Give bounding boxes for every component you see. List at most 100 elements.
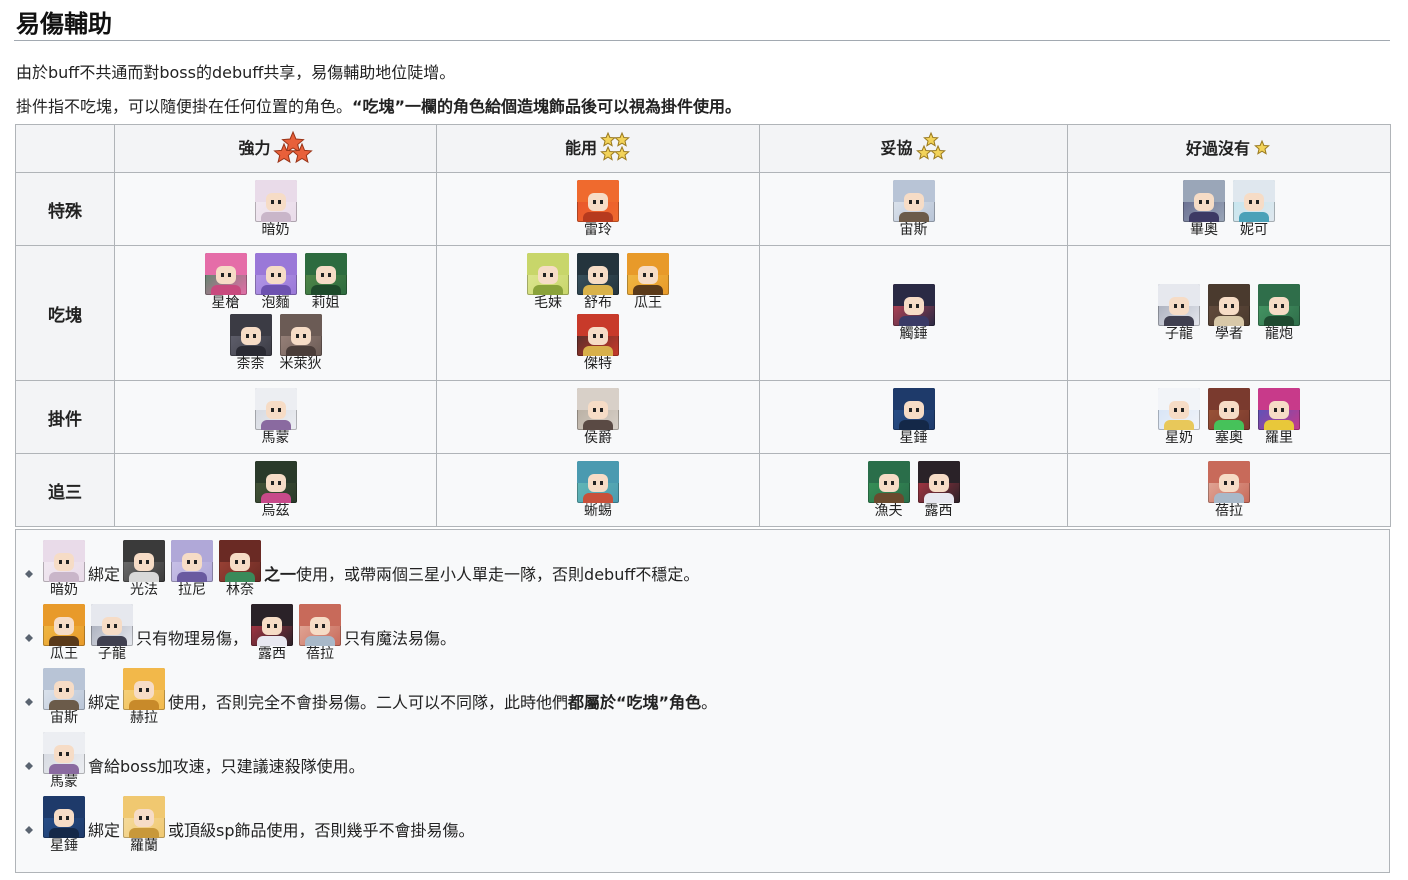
character-entry[interactable]: 拉尼 [169,540,215,599]
character-entry[interactable]: 瓜王 [41,604,87,663]
character-entry[interactable]: 舒布 [575,253,621,312]
character-name[interactable]: 暗奶 [41,582,87,599]
character-name[interactable]: 暗奶 [253,222,299,239]
character-entry[interactable]: 星槍 [203,253,249,312]
character-name[interactable]: 星槍 [203,295,249,312]
character-entry[interactable]: 宙斯 [41,668,87,727]
character-entry[interactable]: 學者 [1206,283,1252,343]
character-portrait-icon[interactable] [299,604,342,646]
character-portrait-icon[interactable] [577,253,619,295]
character-entry[interactable]: 米萊狄 [278,314,324,373]
character-name[interactable]: 蓓拉 [297,646,343,663]
character-portrait-icon[interactable] [43,732,85,774]
character-entry[interactable]: 宙斯 [891,179,937,239]
character-entry[interactable]: 暗奶 [253,179,299,239]
character-name[interactable]: 子龍 [1156,326,1202,343]
character-entry[interactable]: 龍炮 [1256,283,1302,343]
character-name[interactable]: 馬蒙 [41,774,87,791]
character-name[interactable]: 觸錘 [891,326,937,343]
character-entry[interactable]: 泡麵 [253,253,299,312]
character-portrait-icon[interactable] [43,604,85,646]
character-portrait-icon[interactable] [229,314,272,356]
character-name[interactable]: 星奶 [1156,430,1202,447]
character-portrait-icon[interactable] [527,253,569,295]
character-entry[interactable]: 林奈 [217,540,263,599]
character-portrait-icon[interactable] [254,253,297,295]
character-name[interactable]: 馬蒙 [253,430,299,447]
character-portrait-icon[interactable] [1158,387,1200,430]
character-portrait-icon[interactable] [43,540,85,582]
character-portrait-icon[interactable] [254,460,297,503]
character-name[interactable]: 拉尼 [169,582,215,599]
character-entry[interactable]: 蓓拉 [1206,460,1252,520]
character-name[interactable]: 龍炮 [1256,326,1302,343]
character-entry[interactable]: 暗奶 [41,540,87,599]
character-name[interactable]: 宙斯 [41,710,87,727]
character-portrait-icon[interactable] [1233,179,1275,222]
character-name[interactable]: 子龍 [89,646,135,663]
character-name[interactable]: 瓜王 [41,646,87,663]
character-portrait-icon[interactable] [577,460,619,503]
character-name[interactable]: 塞奧 [1206,430,1252,447]
character-name[interactable]: 林奈 [217,582,263,599]
character-portrait-icon[interactable] [43,796,85,838]
character-name[interactable]: 露西 [916,503,962,520]
character-name[interactable]: 學者 [1206,326,1252,343]
character-entry[interactable]: 毛妹 [525,253,571,312]
character-name[interactable]: 舒布 [575,295,621,312]
character-portrait-icon[interactable] [91,604,133,646]
character-name[interactable]: 妮可 [1231,222,1277,239]
character-name[interactable]: 赫拉 [121,710,167,727]
character-portrait-icon[interactable] [1208,283,1250,326]
character-portrait-icon[interactable] [917,460,960,503]
character-entry[interactable]: 觸錘 [891,283,937,343]
character-entry[interactable]: 星錘 [891,387,937,447]
character-name[interactable]: 星錘 [891,430,937,447]
character-name[interactable]: 烏茲 [253,503,299,520]
character-portrait-icon[interactable] [43,668,85,710]
character-entry[interactable]: 赫拉 [121,668,167,727]
character-entry[interactable]: 侯爵 [575,387,621,447]
character-entry[interactable]: 塞奧 [1206,387,1252,447]
character-portrait-icon[interactable] [577,179,619,222]
character-name[interactable]: 露西 [249,646,295,663]
character-entry[interactable]: 傑特 [575,314,621,373]
character-entry[interactable]: 子龍 [89,604,135,663]
character-name[interactable]: 傑特 [575,356,621,373]
character-name[interactable]: 柰柰 [228,356,274,373]
character-entry[interactable]: 露西 [916,460,962,520]
character-name[interactable]: 畢奧 [1181,222,1227,239]
character-entry[interactable]: 羅蘭 [121,796,167,855]
character-entry[interactable]: 雷玲 [575,179,621,239]
character-portrait-icon[interactable] [1158,283,1200,326]
character-portrait-icon[interactable] [279,314,322,356]
character-entry[interactable]: 漁夫 [866,460,912,520]
character-name[interactable]: 羅蘭 [121,838,167,855]
character-entry[interactable]: 瓜王 [625,253,671,312]
character-portrait-icon[interactable] [254,179,297,222]
character-name[interactable]: 漁夫 [866,503,912,520]
character-entry[interactable]: 星錘 [41,796,87,855]
character-portrait-icon[interactable] [577,314,619,356]
character-entry[interactable]: 子龍 [1156,283,1202,343]
character-entry[interactable]: 馬蒙 [41,732,87,791]
character-entry[interactable]: 光法 [121,540,167,599]
character-portrait-icon[interactable] [254,387,297,430]
character-portrait-icon[interactable] [1258,283,1300,326]
character-portrait-icon[interactable] [123,796,166,838]
character-entry[interactable]: 星奶 [1156,387,1202,447]
character-name[interactable]: 莉姐 [303,295,349,312]
character-entry[interactable]: 馬蒙 [253,387,299,447]
character-name[interactable]: 泡麵 [253,295,299,312]
character-portrait-icon[interactable] [1258,387,1300,430]
character-portrait-icon[interactable] [627,253,669,295]
character-entry[interactable]: 蓓拉 [297,604,343,663]
character-entry[interactable]: 烏茲 [253,460,299,520]
character-portrait-icon[interactable] [123,668,166,710]
character-portrait-icon[interactable] [219,540,262,582]
character-portrait-icon[interactable] [171,540,214,582]
character-entry[interactable]: 蜥蜴 [575,460,621,520]
character-portrait-icon[interactable] [304,253,347,295]
character-name[interactable]: 毛妹 [525,295,571,312]
character-portrait-icon[interactable] [892,179,935,222]
